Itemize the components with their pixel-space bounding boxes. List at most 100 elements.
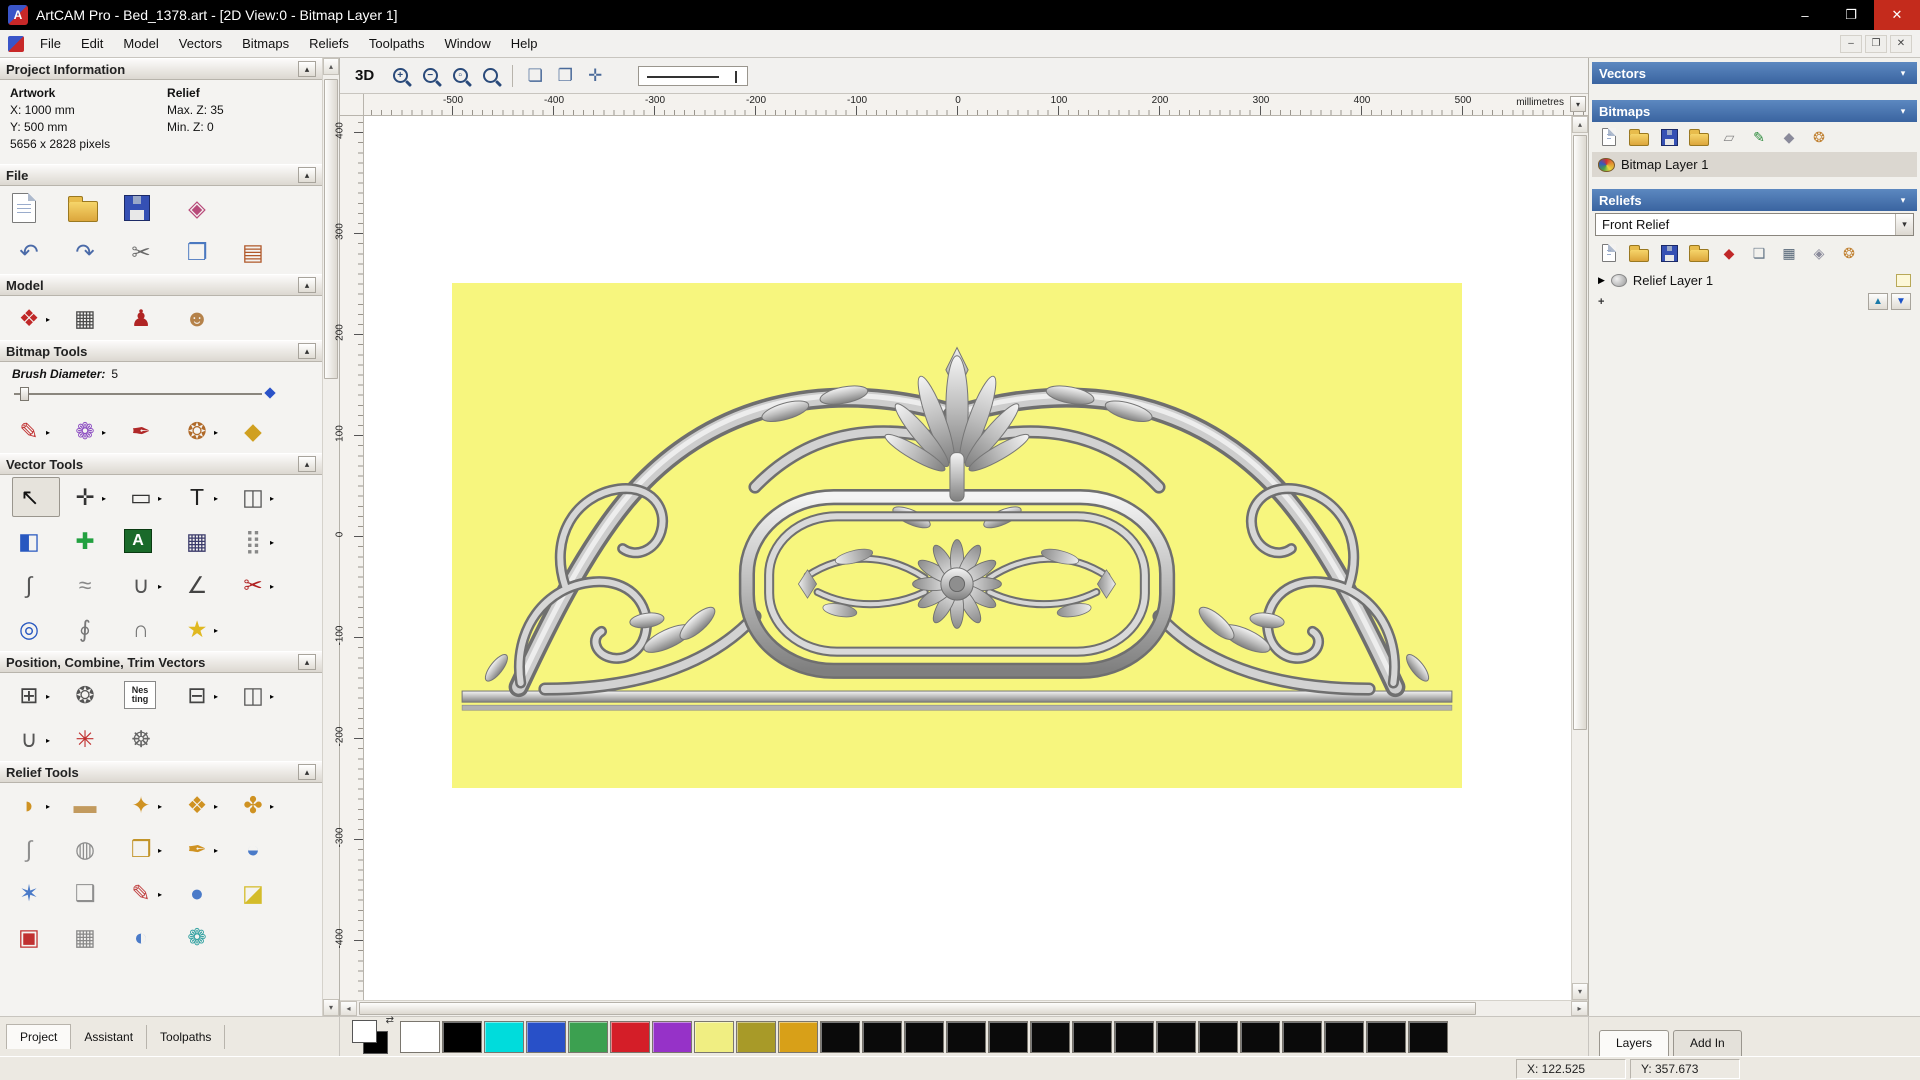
create-polyline[interactable]: ∠ (180, 565, 228, 605)
scroll-up-button[interactable] (323, 58, 339, 75)
save-model[interactable] (124, 188, 172, 228)
scroll-down-button[interactable] (323, 999, 339, 1016)
palette-swatch-1[interactable] (442, 1020, 482, 1053)
edit-colour-palette-flyout-arrow-icon[interactable] (214, 422, 223, 440)
weave-wizard[interactable]: ◍ (68, 829, 116, 869)
palette-swatch-21[interactable] (1282, 1020, 1322, 1053)
canvas-scroll-up-button[interactable] (1572, 116, 1588, 133)
relief-sheet[interactable]: ❏ (1746, 241, 1772, 265)
trim-vectors-flyout-arrow-icon[interactable] (270, 576, 279, 594)
slider-handle[interactable] (20, 387, 29, 401)
zoom-previous-view[interactable]: ❐ (552, 63, 578, 89)
block-array-copy[interactable]: ⣿ (236, 521, 284, 561)
paint-flyout-arrow-icon[interactable] (46, 422, 55, 440)
extrude-relief-flyout-arrow-icon[interactable] (158, 840, 167, 858)
greyscale-view[interactable]: ▱ (1716, 125, 1742, 149)
cut[interactable]: ✂ (124, 232, 172, 272)
primary-secondary-colour-selector[interactable] (352, 1015, 394, 1054)
relief-layer-item[interactable]: ▶ Relief Layer 1 (1592, 268, 1917, 293)
join-vectors-flyout-arrow-icon[interactable] (46, 730, 55, 748)
expander-icon[interactable]: ▶ (1598, 275, 1605, 286)
dome-relief-flyout-arrow-icon[interactable] (214, 796, 223, 814)
spin-relief[interactable]: ✒ (180, 829, 228, 869)
edit-bitmap-layer[interactable]: ✎ (1746, 125, 1772, 149)
bitmap-tools-collapse-button[interactable] (298, 343, 316, 359)
set-model-size[interactable]: ❖ (12, 298, 60, 338)
relief-tools-collapse-button[interactable] (298, 764, 316, 780)
palette-swatch-9[interactable] (778, 1020, 818, 1053)
save-relief-layer[interactable] (1656, 241, 1682, 265)
model-collapse-button[interactable] (298, 277, 316, 293)
palette-swatch-16[interactable] (1072, 1020, 1112, 1053)
mdi-minimize-button[interactable] (1840, 34, 1862, 53)
menu-reliefs[interactable]: Reliefs (299, 31, 359, 56)
new-relief-layer[interactable] (1596, 241, 1622, 265)
trim-vectors[interactable]: ✂ (236, 565, 284, 605)
file-collapse-button[interactable] (298, 167, 316, 183)
canvas-h-scrollbar-thumb[interactable] (359, 1002, 1476, 1015)
menu-bitmaps[interactable]: Bitmaps (232, 31, 299, 56)
distort-vectors[interactable]: ∮ (68, 609, 116, 649)
set-model-size-flyout-arrow-icon[interactable] (46, 309, 55, 327)
redo[interactable]: ↷ (68, 232, 116, 272)
tab-toolpaths[interactable]: Toolpaths (147, 1024, 226, 1049)
colour-picker[interactable]: ✒ (124, 411, 172, 451)
bitmaps-menu-button[interactable] (1896, 104, 1910, 118)
join-vectors[interactable]: ∪ (12, 719, 60, 759)
menu-window[interactable]: Window (435, 31, 501, 56)
interactive-sculpting[interactable]: ✶ (12, 873, 60, 913)
relief-select[interactable]: Front Relief (1595, 213, 1914, 236)
palette-swatch-18[interactable] (1156, 1020, 1196, 1053)
import-relief-layer[interactable] (1686, 241, 1712, 265)
relief-select-dropdown-icon[interactable] (1895, 214, 1913, 235)
canvas-scroll-left-button[interactable] (340, 1001, 357, 1016)
paint-selective[interactable]: ❁ (68, 411, 116, 451)
sculpting-tools[interactable]: ✦ (124, 785, 172, 825)
palette-swatch-20[interactable] (1240, 1020, 1280, 1053)
smudge-relief-flyout-arrow-icon[interactable] (158, 884, 167, 902)
create-arc-flyout-arrow-icon[interactable] (158, 576, 167, 594)
block-array[interactable]: ⊟ (180, 675, 228, 715)
fillet-vectors[interactable]: ✳ (68, 719, 116, 759)
new-model[interactable] (12, 188, 60, 228)
ruler-units-dropdown[interactable] (1570, 96, 1586, 112)
project-information-collapse-button[interactable] (298, 61, 316, 77)
group-vectors[interactable]: ◫ (236, 675, 284, 715)
menu-toolpaths[interactable]: Toolpaths (359, 31, 435, 56)
relief-layer-options[interactable]: ❂ (1836, 241, 1862, 265)
canvas-viewport[interactable] (364, 116, 1571, 1000)
two-curve-shape[interactable]: ◒ (236, 829, 284, 869)
palette-swatch-22[interactable] (1324, 1020, 1364, 1053)
menu-model[interactable]: Model (113, 31, 168, 56)
palette-swatch-6[interactable] (652, 1020, 692, 1053)
spin-relief-flyout-arrow-icon[interactable] (214, 840, 223, 858)
canvas-h-scrollbar[interactable] (340, 1000, 1588, 1016)
palette-swatch-5[interactable] (610, 1020, 650, 1053)
transform-vectors[interactable]: ✛ (68, 477, 116, 517)
dome-relief[interactable]: ❖ (180, 785, 228, 825)
relief-tool-b[interactable]: ▦ (68, 917, 116, 957)
shape-editor[interactable]: ◗ (12, 785, 60, 825)
zoom-out[interactable]: − (417, 63, 443, 89)
fit-arcs-to-curve[interactable]: ∫ (12, 565, 60, 605)
align-vectors-flyout-arrow-icon[interactable] (46, 686, 55, 704)
create-ring[interactable]: ◎ (12, 609, 60, 649)
vector-fill[interactable]: ◧ (12, 521, 60, 561)
create-text-flyout-arrow-icon[interactable] (214, 488, 223, 506)
window-maximize-button[interactable] (1828, 0, 1874, 30)
create-text[interactable]: T (180, 477, 228, 517)
reliefs-menu-button[interactable] (1896, 193, 1910, 207)
palette-swatch-8[interactable] (736, 1020, 776, 1053)
layer-move-down-button[interactable]: ▼ (1891, 293, 1911, 310)
zoom-extents[interactable] (477, 63, 503, 89)
palette-swatch-3[interactable] (526, 1020, 566, 1053)
palette-swatch-24[interactable] (1408, 1020, 1448, 1053)
create-rectangle-flyout-arrow-icon[interactable] (158, 488, 167, 506)
relief-from-vector[interactable]: ◆ (1716, 241, 1742, 265)
copy[interactable]: ❐ (180, 232, 228, 272)
open-bitmap-layer[interactable] (1626, 125, 1652, 149)
open-model[interactable] (68, 188, 116, 228)
palette-swatch-14[interactable] (988, 1020, 1028, 1053)
delete-relief-layer[interactable]: ◈ (1806, 241, 1832, 265)
wrap-text[interactable]: A (124, 521, 172, 561)
